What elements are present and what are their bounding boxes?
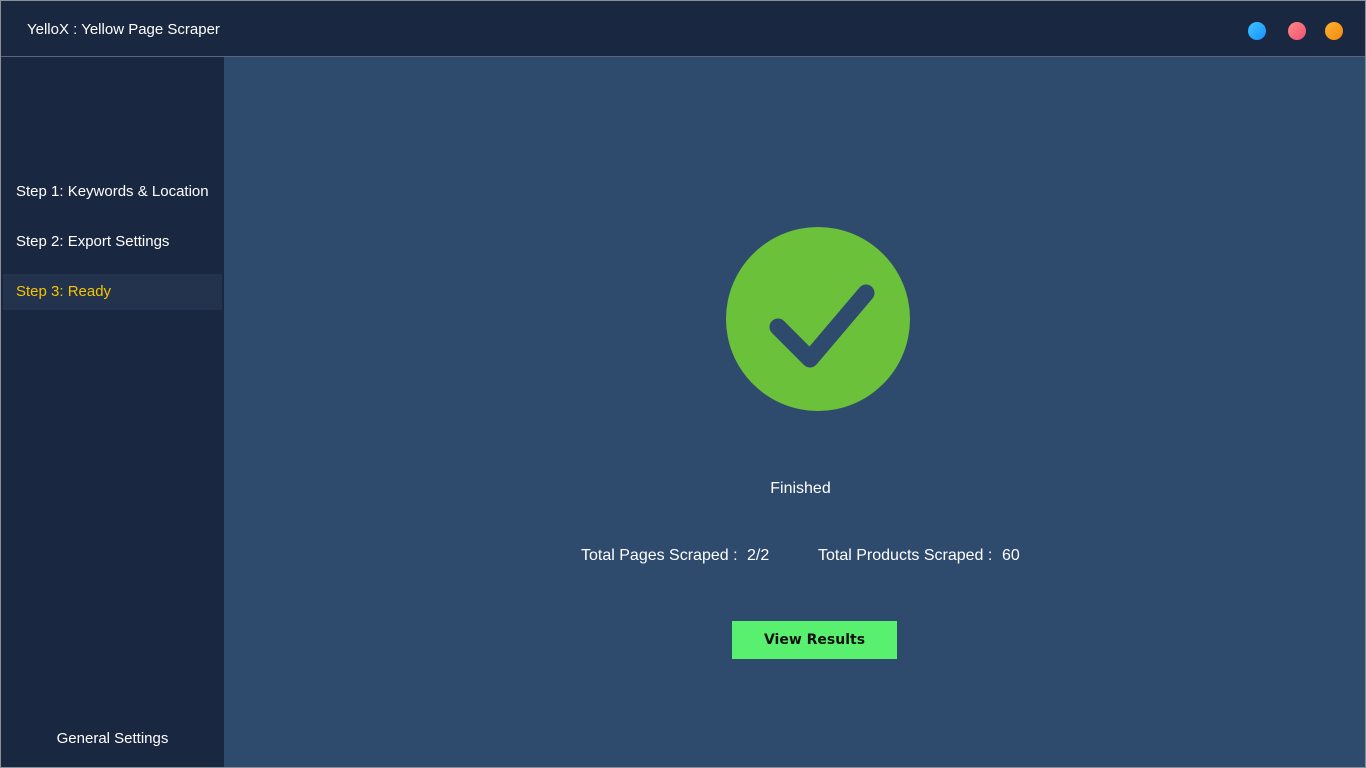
products-scraped-label: Total Products Scraped : <box>818 547 993 564</box>
app-title: YelloX : Yellow Page Scraper <box>27 21 220 38</box>
sidebar-item-keywords-location[interactable]: Step 1: Keywords & Location <box>3 174 222 210</box>
main-panel: Finished Total Pages Scraped : 2/2 Total… <box>224 57 1365 767</box>
pink-window-button[interactable] <box>1288 22 1306 40</box>
checkmark-icon <box>769 284 875 368</box>
sidebar-item-label: Step 1: Keywords & Location <box>16 183 209 200</box>
blue-window-button[interactable] <box>1248 22 1266 40</box>
app-window: YelloX : Yellow Page Scraper Step 1: Key… <box>0 0 1366 768</box>
pages-scraped-value: 2/2 <box>747 547 770 564</box>
sidebar: Step 1: Keywords & Location Step 2: Expo… <box>1 57 224 767</box>
sidebar-item-label: Step 3: Ready <box>16 283 112 300</box>
check-circle-icon <box>726 227 910 411</box>
orange-window-button[interactable] <box>1325 22 1343 40</box>
view-results-button[interactable]: View Results <box>732 621 897 659</box>
status-text: Finished <box>770 480 831 497</box>
general-settings-link[interactable]: General Settings <box>1 729 224 749</box>
pages-scraped-label: Total Pages Scraped : <box>581 547 738 564</box>
title-bar: YelloX : Yellow Page Scraper <box>1 1 1365 57</box>
sidebar-item-export-settings[interactable]: Step 2: Export Settings <box>3 224 222 260</box>
sidebar-item-label: Step 2: Export Settings <box>16 233 170 250</box>
sidebar-item-ready[interactable]: Step 3: Ready <box>3 274 222 310</box>
products-scraped-value: 60 <box>1002 547 1020 564</box>
